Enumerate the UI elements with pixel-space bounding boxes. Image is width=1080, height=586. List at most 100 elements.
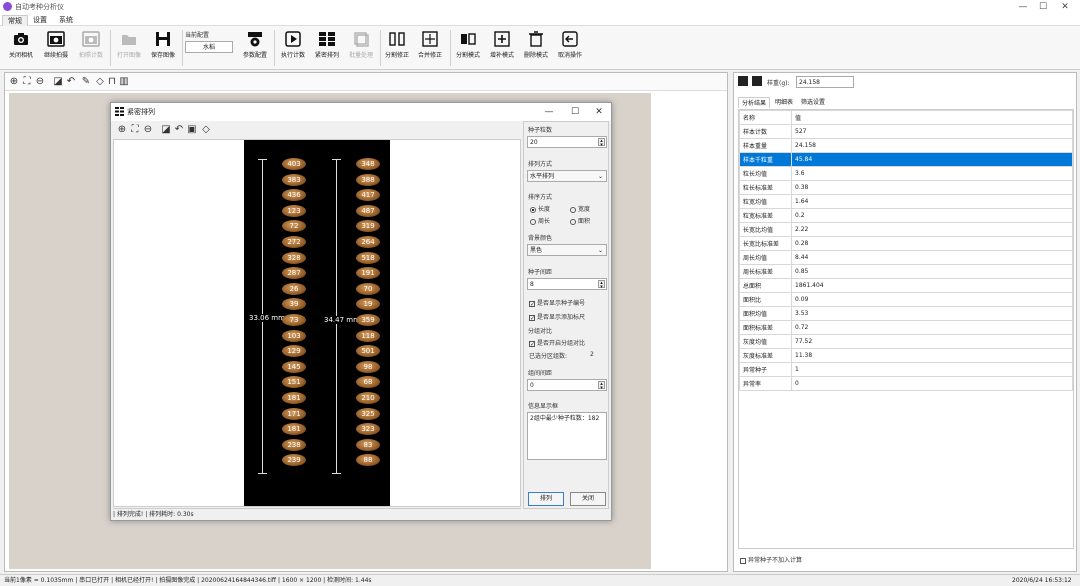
table-row[interactable]: 总面积 1861.404	[739, 278, 1073, 293]
dialog-maximize-button[interactable]: ☐	[563, 105, 587, 119]
spinner-icon[interactable]: ▴ ▾	[598, 138, 605, 148]
dialog-close-text-button[interactable]: 关闭	[570, 492, 606, 506]
seed-count-label: 种子粒数	[528, 127, 553, 134]
exclude-abnormal-checkbox[interactable]: 异常种子不加入计算	[740, 555, 802, 564]
show-ruler-checkbox[interactable]: ✓ 是否显示添加标尺	[529, 312, 585, 321]
seed-item: 181	[282, 392, 306, 404]
tab-analysis[interactable]: 分析结果	[738, 97, 771, 108]
table-row[interactable]: 异常种子 1	[739, 362, 1073, 377]
seed-item: 191	[356, 267, 380, 280]
seed-count-input[interactable]: 20 ▴ ▾	[527, 136, 607, 148]
delete-mode-button[interactable]: 删除模式	[520, 28, 552, 68]
tab-filter[interactable]: 筛选设置	[798, 97, 828, 108]
table-row[interactable]: 长宽比均值 2.22	[739, 222, 1073, 237]
close-button[interactable]: ✕	[1050, 1, 1080, 13]
crop-icon[interactable]: ◪	[51, 75, 65, 89]
camera-icon[interactable]	[738, 76, 748, 86]
table-row[interactable]: 面积标准差 0.72	[739, 320, 1073, 335]
merge-fix-button[interactable]: 合并修正	[414, 28, 446, 68]
tab-system[interactable]: 系统	[54, 15, 78, 26]
dense-arrange-button[interactable]: 紧密排列	[310, 28, 344, 68]
ruler-icon[interactable]: ✎	[79, 75, 93, 89]
tab-settings[interactable]: 设置	[28, 15, 52, 26]
close-camera-button[interactable]: 关闭相机	[4, 28, 38, 68]
ribbon-separator	[450, 30, 451, 66]
seed-column-1: 403 383 436 123 72 272 328 287 26 39 73 103 129 145 15…	[282, 158, 308, 478]
table-row[interactable]: 粒长标准差 0.38	[739, 180, 1073, 195]
fit-icon[interactable]: ⛶	[20, 75, 34, 89]
arrange-canvas[interactable]: 33.06 mm 403 383 436 123 72 272 328 287 26 39 73 10…	[113, 139, 521, 507]
cancel-op-button[interactable]: 取消操作	[554, 28, 586, 68]
param-config-button[interactable]: 参数配置	[238, 28, 272, 68]
groups-count-label: 已选分区组数:	[529, 353, 568, 360]
table-row[interactable]: 周长标准差 0.85	[739, 264, 1073, 279]
merge-fix-icon	[422, 31, 438, 47]
arranged-seeds-panel: 33.06 mm 403 383 436 123 72 272 328 287 26 39 73 10…	[244, 140, 390, 506]
undo-icon[interactable]: ↶	[172, 123, 186, 137]
zoom-out-icon[interactable]: ⊖	[33, 75, 47, 89]
execute-count-button[interactable]: 执行计数	[276, 28, 310, 68]
zoom-in-icon[interactable]: ⊕	[115, 123, 129, 137]
spacing-label: 种子间距	[528, 269, 553, 276]
batch-process-button[interactable]: 批量处理	[344, 28, 378, 68]
sort-option-width[interactable]: 宽度	[570, 204, 590, 213]
info-textarea[interactable]: 2组中最少种子粒数：182	[527, 412, 607, 460]
play-icon	[285, 31, 301, 47]
dialog-minimize-button[interactable]: —	[537, 105, 561, 119]
show-id-checkbox[interactable]: ✓ 是否显示种子编号	[529, 298, 585, 307]
split-fix-button[interactable]: 分割修正	[382, 28, 412, 68]
sort-option-length[interactable]: 长度	[530, 204, 550, 213]
columns-icon[interactable]: ▥	[117, 75, 131, 89]
save-icon[interactable]: ▣	[185, 123, 199, 137]
arrange-button[interactable]: 排列	[528, 492, 564, 506]
fit-icon[interactable]: ⛶	[128, 123, 142, 137]
table-row[interactable]: 灰度均值 77.52	[739, 334, 1073, 349]
group-gap-input[interactable]: 0 ▴ ▾	[527, 379, 607, 391]
open-image-button[interactable]: 打开图像	[112, 28, 146, 68]
row-name-cell: 周长均值	[739, 250, 792, 265]
table-row[interactable]: 样本重量 24.158	[739, 138, 1073, 153]
tab-detail[interactable]: 明细表	[772, 97, 796, 108]
split-mode-button[interactable]: 分割模式	[452, 28, 484, 68]
config-icon	[248, 32, 262, 47]
zoom-in-icon[interactable]: ⊕	[7, 75, 21, 89]
sort-option-area[interactable]: 面积	[570, 216, 590, 225]
add-mode-button[interactable]: 增补模式	[486, 28, 518, 68]
table-row[interactable]: 样本千粒重 45.84	[739, 152, 1073, 167]
sort-option-perimeter[interactable]: 周长	[530, 216, 550, 225]
table-row[interactable]: 异常率 0	[739, 376, 1073, 391]
arrange-select[interactable]: 水平排列 ⌄	[527, 170, 607, 182]
group-enable-checkbox[interactable]: ✓ 是否开启分组对比	[529, 338, 585, 347]
table-row[interactable]: 粒宽均值 1.64	[739, 194, 1073, 209]
seed-item: 325	[356, 407, 380, 420]
weight-input[interactable]: 24.158	[796, 76, 854, 88]
spinner-icon[interactable]: ▴ ▾	[598, 381, 605, 391]
tab-general[interactable]: 常规	[2, 15, 28, 26]
column-header: 值	[791, 110, 1073, 125]
continue-shoot-button[interactable]: 继续拍摄	[38, 28, 74, 68]
scale-icon[interactable]	[752, 76, 762, 86]
table-row[interactable]: 粒长均值 3.6	[739, 166, 1073, 181]
bg-color-select[interactable]: 黑色 ⌄	[527, 244, 607, 256]
row-value-cell: 527	[791, 124, 1073, 139]
table-row[interactable]: 灰度标准差 11.38	[739, 348, 1073, 363]
crop-icon[interactable]: ◪	[159, 123, 173, 137]
radio-icon	[530, 206, 536, 213]
folder-icon	[122, 35, 136, 45]
table-row[interactable]: 周长均值 8.44	[739, 250, 1073, 265]
table-row[interactable]: 面积均值 3.53	[739, 306, 1073, 321]
save-image-button[interactable]: 保存图像	[146, 28, 180, 68]
table-row[interactable]: 面积比 0.09	[739, 292, 1073, 307]
diamond-icon[interactable]: ◇	[199, 123, 213, 137]
config-select[interactable]: 水稻	[185, 41, 233, 53]
shoot-count-button[interactable]: 拍照计数	[74, 28, 108, 68]
spacing-input[interactable]: 8 ▴ ▾	[527, 278, 607, 290]
table-row[interactable]: 样本计数 527	[739, 124, 1073, 139]
dialog-close-button[interactable]: ✕	[587, 105, 611, 119]
table-row[interactable]: 长宽比标准差 0.28	[739, 236, 1073, 251]
radio-icon	[570, 218, 576, 225]
zoom-out-icon[interactable]: ⊖	[141, 123, 155, 137]
spinner-icon[interactable]: ▴ ▾	[598, 280, 605, 290]
table-row[interactable]: 粒宽标准差 0.2	[739, 208, 1073, 223]
undo-icon[interactable]: ↶	[64, 75, 78, 89]
